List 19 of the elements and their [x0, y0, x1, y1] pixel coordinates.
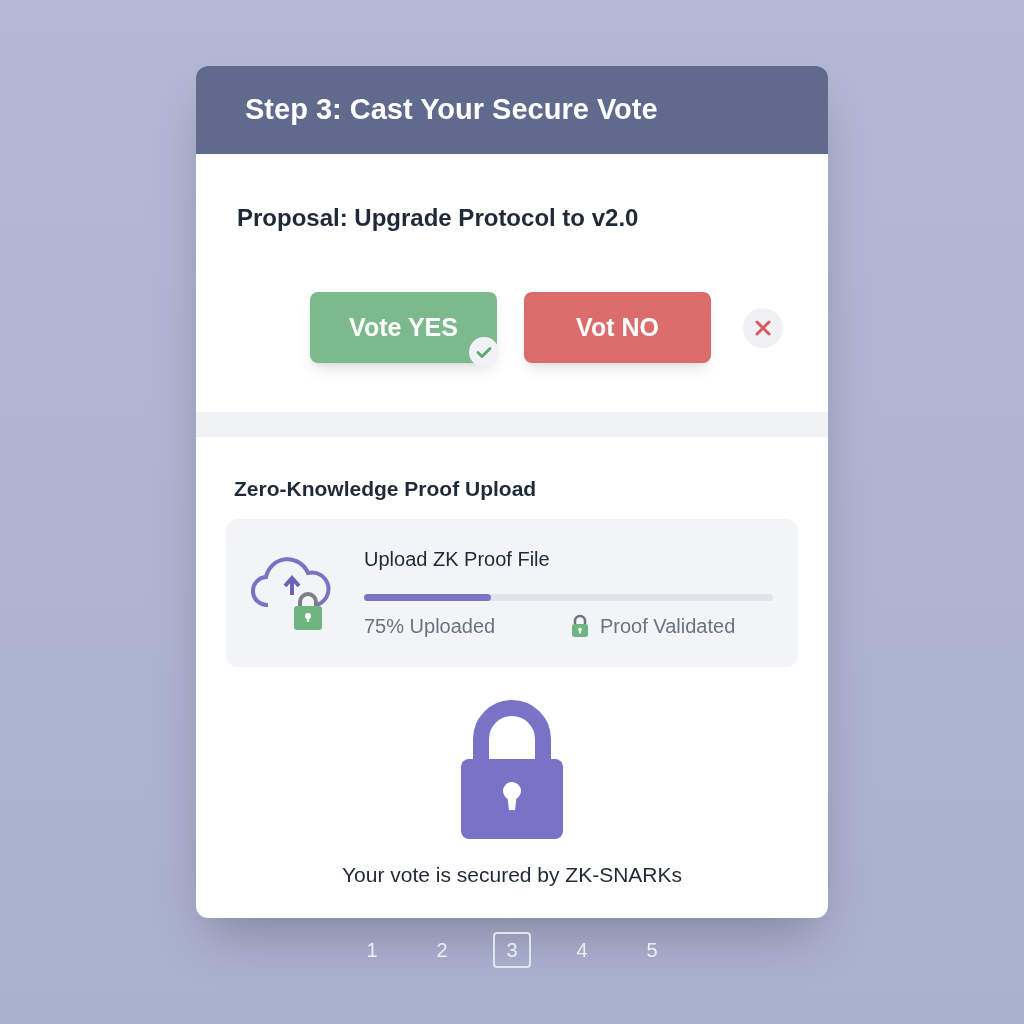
status-text: Proof Validated — [600, 614, 736, 639]
step-indicator[interactable]: 1 — [353, 932, 391, 968]
step-indicator[interactable]: 4 — [563, 932, 601, 968]
step-indicator[interactable]: 5 — [633, 932, 671, 968]
close-icon — [755, 319, 771, 336]
step-indicator[interactable]: 2 — [423, 932, 461, 968]
lock-icon — [570, 614, 590, 638]
security-note: Your vote is secured by ZK-SNARKs — [342, 861, 682, 888]
proposal-title: Proposal: Upgrade Protocol to v2.0 — [237, 203, 640, 233]
close-button[interactable] — [743, 307, 783, 348]
section-title: Zero-Knowledge Proof Upload — [234, 476, 538, 502]
vote-button[interactable]: Vot NO — [524, 292, 711, 363]
vote-button[interactable]: Vote YES — [310, 292, 497, 363]
step-indicator[interactable]: 3 — [493, 932, 531, 968]
check-badge-icon — [469, 337, 499, 367]
progress-text: 75% Uploaded — [364, 614, 497, 639]
file-title: Upload ZK Proof File — [364, 547, 551, 572]
window-title: Step 3: Cast Your Secure Vote — [245, 92, 658, 128]
padlock-icon — [461, 698, 563, 839]
